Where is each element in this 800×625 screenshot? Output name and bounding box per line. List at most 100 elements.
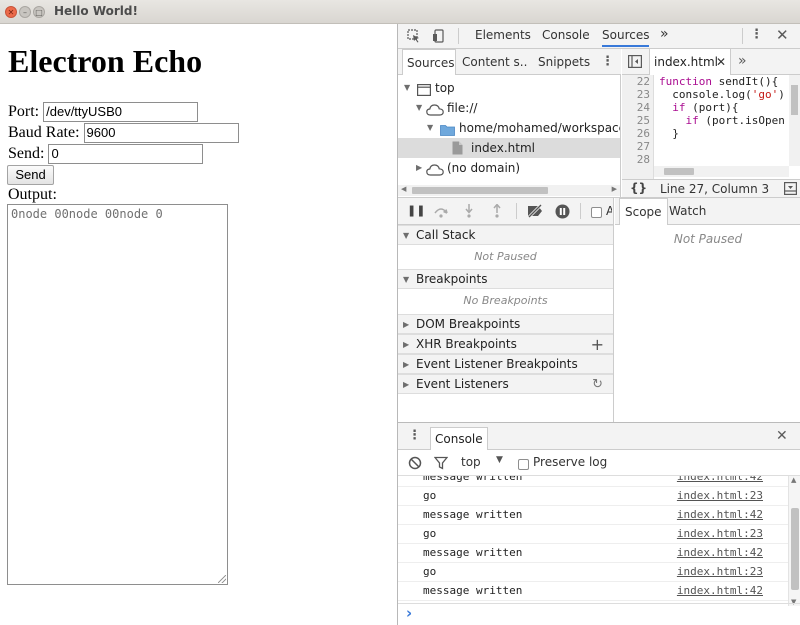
console-prompt[interactable]: ›: [398, 603, 800, 624]
cloud-icon: [426, 162, 444, 178]
tree-item-top[interactable]: ▼ top: [398, 78, 620, 98]
nav-tab-sources[interactable]: Sources: [402, 49, 456, 75]
scrollbar-thumb[interactable]: [664, 168, 694, 175]
scroll-left-icon[interactable]: ◀: [401, 185, 406, 193]
section-event-listeners[interactable]: ▶ Event Listeners ↻: [398, 374, 613, 394]
navigator-menu-icon[interactable]: ⋮: [601, 55, 614, 69]
navigator-hscrollbar[interactable]: ◀ ▶: [398, 185, 620, 196]
tab-console[interactable]: Console: [542, 28, 590, 42]
collapse-triangle-icon[interactable]: ▶: [403, 315, 409, 334]
collapse-triangle-icon[interactable]: ▶: [403, 375, 409, 394]
scrollbar-thumb[interactable]: [791, 508, 799, 590]
code-line: }: [659, 127, 679, 140]
window-minimize-button[interactable]: –: [19, 6, 31, 18]
drawer-tab-console[interactable]: Console: [430, 427, 488, 450]
kebab-menu-icon[interactable]: ⋮: [750, 28, 763, 42]
line-number: 25: [636, 114, 650, 127]
drawer-menu-icon[interactable]: ⋮: [408, 429, 421, 443]
close-tab-icon[interactable]: ✕: [716, 49, 726, 75]
expand-triangle-icon[interactable]: ▼: [403, 226, 409, 245]
scroll-up-icon[interactable]: ▲: [791, 476, 796, 484]
device-toolbar-icon[interactable]: [432, 29, 446, 47]
collapse-triangle-icon[interactable]: ▶: [403, 335, 409, 354]
console-message: message written index.html:42: [398, 582, 788, 601]
collapse-triangle-icon[interactable]: ▶: [416, 158, 422, 178]
expand-triangle-icon[interactable]: ▼: [427, 118, 433, 138]
dropdown-arrow-icon[interactable]: ▼: [496, 455, 503, 465]
message-source-link[interactable]: index.html:23: [677, 563, 763, 581]
port-label: Port:: [8, 103, 40, 120]
more-editor-tabs-icon[interactable]: »: [738, 54, 747, 68]
pause-on-exceptions-icon[interactable]: [555, 204, 570, 223]
step-into-icon[interactable]: [464, 204, 474, 222]
toggle-debugger-icon[interactable]: [784, 182, 798, 198]
message-source-link[interactable]: index.html:23: [677, 487, 763, 505]
navigator-tabs: Sources Content s... Snippets ⋮: [398, 49, 621, 75]
scroll-right-icon[interactable]: ▶: [612, 185, 617, 193]
toggle-navigator-icon[interactable]: [628, 55, 643, 72]
call-stack-status: Not Paused: [474, 250, 537, 263]
tab-elements[interactable]: Elements: [475, 28, 531, 42]
tree-item-no-domain[interactable]: ▶ (no domain): [398, 158, 620, 178]
refresh-icon[interactable]: ↻: [592, 375, 603, 394]
nav-tab-snippets[interactable]: Snippets: [534, 49, 592, 75]
collapse-triangle-icon[interactable]: ▶: [403, 355, 409, 374]
editor-file-tab[interactable]: index.html ✕: [649, 49, 731, 75]
preserve-log-checkbox[interactable]: [518, 457, 529, 471]
send-label: Send:: [8, 145, 45, 162]
baud-input[interactable]: 9600: [83, 123, 239, 143]
expand-triangle-icon[interactable]: ▼: [403, 270, 409, 289]
baud-label: Baud Rate:: [8, 124, 80, 141]
tree-item-index-html[interactable]: index.html: [398, 138, 620, 158]
console-message: go index.html:23: [398, 487, 788, 506]
pause-icon[interactable]: ❚❚: [407, 204, 425, 218]
message-text: message written: [423, 508, 523, 521]
send-button[interactable]: Send: [7, 165, 54, 185]
scrollbar-thumb[interactable]: [412, 187, 548, 194]
more-tabs-icon[interactable]: »: [660, 26, 669, 42]
step-out-icon[interactable]: [492, 203, 502, 222]
output-textarea[interactable]: 0node 00node 00node 0: [7, 204, 228, 585]
section-xhr-breakpoints[interactable]: ▶ XHR Breakpoints +: [398, 334, 613, 354]
section-breakpoints[interactable]: ▼ Breakpoints: [398, 269, 613, 289]
clear-console-icon[interactable]: [408, 456, 422, 473]
tree-item-folder[interactable]: ▼ home/mohamed/workspace/e: [398, 118, 620, 138]
message-source-link[interactable]: index.html:23: [677, 525, 763, 543]
message-source-link[interactable]: index.html:42: [677, 544, 763, 562]
section-call-stack[interactable]: ▼ Call Stack: [398, 225, 613, 245]
message-source-link[interactable]: index.html:42: [677, 582, 763, 600]
editor-hscrollbar[interactable]: [654, 166, 789, 177]
nav-tab-content-scripts[interactable]: Content s...: [458, 49, 528, 75]
scrollbar-thumb[interactable]: [791, 85, 798, 115]
step-over-icon[interactable]: [433, 204, 449, 222]
window-maximize-button[interactable]: □: [33, 6, 45, 18]
window-close-button[interactable]: ✕: [5, 6, 17, 18]
close-devtools-icon[interactable]: ✕: [776, 28, 789, 43]
tree-item-file-origin[interactable]: ▼ file://: [398, 98, 620, 118]
inspect-element-icon[interactable]: [407, 29, 421, 47]
pretty-print-icon[interactable]: {}: [630, 181, 647, 195]
filter-icon[interactable]: [433, 456, 449, 473]
context-selector[interactable]: top: [461, 455, 481, 469]
deactivate-breakpoints-icon[interactable]: [526, 203, 544, 222]
tab-scope[interactable]: Scope: [619, 198, 668, 225]
editor-vscrollbar[interactable]: [789, 75, 800, 166]
code-view[interactable]: 22 23 24 25 26 27 28 function sendIt(){ …: [622, 75, 800, 179]
port-input[interactable]: /dev/ttyUSB0: [43, 102, 199, 122]
message-source-link[interactable]: index.html:42: [677, 476, 763, 486]
message-source-link[interactable]: index.html:42: [677, 506, 763, 524]
async-checkbox[interactable]: [591, 205, 602, 219]
section-dom-breakpoints[interactable]: ▶ DOM Breakpoints: [398, 314, 613, 334]
tree-item-label: (no domain): [447, 161, 521, 175]
add-icon[interactable]: +: [591, 335, 604, 354]
resize-grip-icon[interactable]: [218, 575, 226, 583]
close-drawer-icon[interactable]: ✕: [776, 429, 788, 443]
tab-watch[interactable]: Watch: [664, 198, 711, 225]
section-event-listener-breakpoints[interactable]: ▶ Event Listener Breakpoints: [398, 354, 613, 374]
expand-triangle-icon[interactable]: ▼: [416, 98, 422, 118]
tab-sources[interactable]: Sources: [602, 28, 650, 47]
scope-watch-tabs: Scope Watch: [615, 198, 800, 225]
send-input[interactable]: 0: [48, 144, 204, 164]
console-vscrollbar[interactable]: ▲ ▼: [788, 476, 800, 606]
expand-triangle-icon[interactable]: ▼: [404, 78, 410, 98]
